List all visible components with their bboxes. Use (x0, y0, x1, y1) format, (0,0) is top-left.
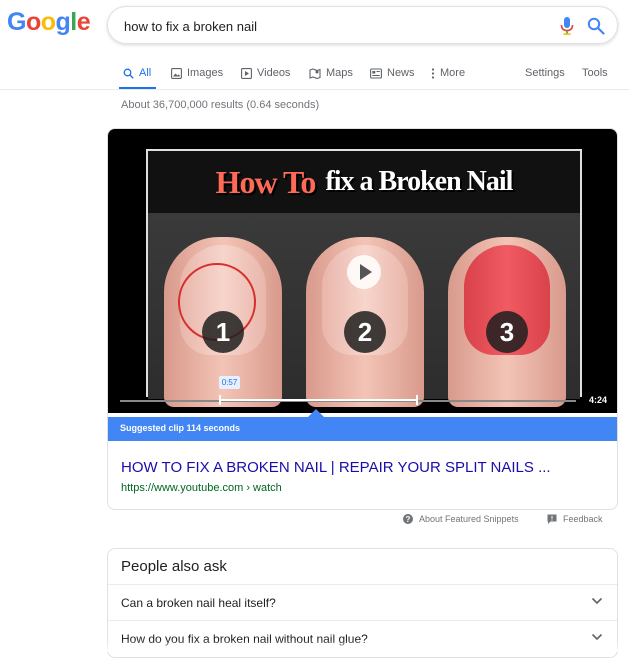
microphone-icon[interactable] (560, 17, 574, 35)
tab-label: All (139, 67, 152, 79)
search-tabs: All Images Videos Maps News More Setting… (0, 60, 629, 90)
feedback-link[interactable]: Feedback (547, 514, 603, 524)
nails-image: 1 2 3 (148, 213, 580, 407)
chevron-down-icon (591, 597, 603, 605)
map-icon (309, 67, 321, 79)
svg-text:?: ? (406, 515, 411, 524)
logo-letter: o (25, 8, 41, 36)
result-url[interactable]: https://www.youtube.com › watch (121, 482, 282, 494)
video-icon (241, 67, 252, 79)
tab-label: More (440, 67, 466, 79)
help-icon: ? (403, 514, 413, 524)
tab-label: Tools (582, 67, 608, 79)
search-box (107, 6, 618, 44)
tab-news[interactable]: News (370, 62, 415, 84)
about-label: About Featured Snippets (419, 514, 519, 524)
settings-link[interactable]: Settings (525, 62, 565, 84)
bottom-fade (0, 640, 629, 652)
divider (0, 89, 629, 90)
nail-number: 1 (202, 311, 244, 353)
thumbnail-title-part1: How To (215, 163, 317, 200)
tools-link[interactable]: Tools (582, 62, 608, 84)
search-icon[interactable] (587, 17, 605, 35)
tab-videos[interactable]: Videos (241, 62, 290, 84)
image-icon (171, 67, 182, 79)
nail-number: 2 (344, 311, 386, 353)
tab-label: News (387, 67, 415, 79)
play-icon[interactable] (347, 255, 381, 289)
suggested-clip-bar[interactable]: Suggested clip 114 seconds (108, 417, 617, 441)
thumbnail-title-part2: fix a Broken Nail (325, 166, 513, 197)
video-duration: 4:24 (588, 395, 607, 405)
suggested-clip-label: Suggested clip 114 seconds (120, 423, 241, 433)
tab-more[interactable]: More (431, 62, 465, 84)
result-title-link[interactable]: HOW TO FIX A BROKEN NAIL | REPAIR YOUR S… (121, 459, 551, 476)
search-icon (123, 68, 134, 79)
result-stats: About 36,700,000 results (0.64 seconds) (121, 99, 320, 111)
tab-all[interactable]: All (123, 62, 151, 84)
google-logo[interactable]: Google (7, 8, 91, 37)
video-player[interactable]: How To fix a Broken Nail 1 2 3 0:57 4:24 (108, 129, 617, 417)
logo-letter: e (76, 8, 91, 36)
tab-label: Settings (525, 67, 565, 79)
thumbnail-title: How To fix a Broken Nail (148, 151, 580, 213)
logo-letter: o (40, 8, 56, 36)
clip-pointer-icon (308, 409, 324, 417)
clip-start-timestamp: 0:57 (219, 376, 240, 389)
tab-label: Videos (257, 67, 291, 79)
news-icon (370, 67, 382, 79)
tab-images[interactable]: Images (171, 62, 223, 84)
search-input[interactable] (124, 16, 534, 36)
clip-range-marker (219, 395, 418, 405)
feedback-icon (547, 514, 557, 524)
tab-label: Maps (326, 67, 353, 79)
tab-label: Images (187, 67, 224, 79)
paa-question[interactable]: Can a broken nail heal itself? (108, 584, 617, 621)
paa-title: People also ask (121, 558, 227, 575)
featured-snippet: How To fix a Broken Nail 1 2 3 0:57 4:24… (107, 128, 618, 510)
tab-maps[interactable]: Maps (309, 62, 353, 84)
logo-letter: g (55, 8, 71, 36)
nail-number: 3 (486, 311, 528, 353)
feedback-label: Feedback (563, 514, 603, 524)
logo-letter: G (7, 8, 26, 36)
about-featured-snippets-link[interactable]: ? About Featured Snippets (403, 514, 519, 524)
finger-3: 3 (448, 237, 566, 407)
paa-question-text: Can a broken nail heal itself? (121, 596, 276, 610)
more-vertical-icon (431, 67, 435, 79)
